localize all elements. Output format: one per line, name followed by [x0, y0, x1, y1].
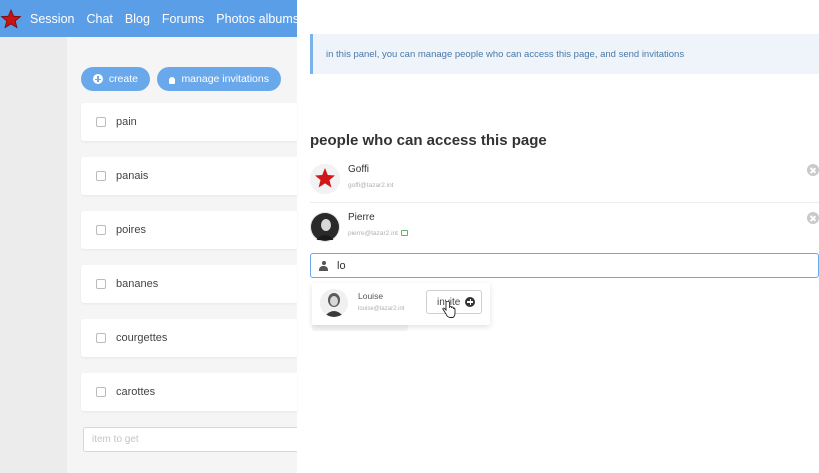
person-email-text: pierre@tazar2.int — [348, 230, 398, 237]
manage-invitations-label: manage invitations — [181, 73, 269, 85]
person-row: Goffi goffi@tazar2.int — [310, 162, 819, 202]
item-checkbox[interactable] — [96, 333, 106, 343]
list-item[interactable]: carottes — [81, 373, 297, 411]
search-value: lo — [337, 259, 346, 272]
item-checkbox[interactable] — [96, 171, 106, 181]
new-item-input[interactable]: item to get — [83, 427, 297, 452]
nav-item-session[interactable]: Session — [30, 12, 74, 26]
star-logo-icon[interactable] — [0, 0, 22, 37]
nav-item-blog[interactable]: Blog — [125, 12, 150, 26]
avatar — [320, 289, 348, 317]
list-item-label: panais — [116, 170, 149, 182]
suggestion-name: Louise — [358, 291, 384, 301]
item-checkbox[interactable] — [96, 387, 106, 397]
person-email: pierre@tazar2.int — [348, 230, 408, 237]
nav-item-photos-albums[interactable]: Photos albums — [216, 12, 297, 26]
list-item[interactable]: panais — [81, 157, 297, 195]
plus-circle-icon — [465, 297, 476, 307]
list-item-label: carottes — [116, 386, 156, 398]
user-icon — [319, 260, 328, 271]
list-item[interactable]: bananes — [81, 265, 297, 303]
person-name: Goffi — [348, 164, 369, 175]
hand-cursor-icon — [442, 300, 456, 324]
list-item-label: courgettes — [116, 332, 168, 344]
person-name: Pierre — [348, 212, 375, 223]
person-email: goffi@tazar2.int — [348, 182, 394, 189]
suggestion-email: louise@tazar2.int — [358, 306, 405, 312]
suggestion-item[interactable]: Louise louise@tazar2.int invite — [312, 283, 490, 325]
create-button-label: create — [108, 73, 138, 85]
remove-person-icon[interactable] — [807, 164, 819, 176]
list-item[interactable]: courgettes — [81, 319, 297, 357]
divider — [310, 202, 819, 203]
item-checkbox[interactable] — [96, 225, 106, 235]
nav-item-forums[interactable]: Forums — [162, 12, 204, 26]
manage-invitations-button[interactable]: manage invitations — [157, 67, 281, 91]
list-item-label: poires — [116, 224, 146, 236]
person-row: Pierre pierre@tazar2.int — [310, 210, 819, 250]
list-item[interactable]: poires — [81, 211, 297, 249]
suggestion-shadow — [312, 325, 408, 331]
search-input[interactable]: lo — [310, 253, 819, 278]
left-sidebar-strip — [0, 37, 67, 473]
list-item-label: bananes — [116, 278, 159, 290]
plus-circle-icon — [93, 74, 103, 84]
people-icon — [169, 76, 176, 84]
list-item-label: pain — [116, 116, 137, 128]
list-panel: create manage invitations pain panais po… — [67, 37, 297, 473]
section-title: people who can access this page — [310, 132, 547, 149]
info-message: in this panel, you can manage people who… — [310, 34, 819, 74]
create-button[interactable]: create — [81, 67, 150, 91]
list-item[interactable]: pain — [81, 103, 297, 141]
avatar — [310, 164, 340, 194]
book-icon — [400, 230, 408, 237]
top-nav-bar: Session Chat Blog Forums Photos albums F — [0, 0, 297, 37]
remove-person-icon[interactable] — [807, 212, 819, 224]
nav-item-chat[interactable]: Chat — [86, 12, 112, 26]
item-checkbox[interactable] — [96, 117, 106, 127]
item-checkbox[interactable] — [96, 279, 106, 289]
avatar — [310, 212, 340, 242]
